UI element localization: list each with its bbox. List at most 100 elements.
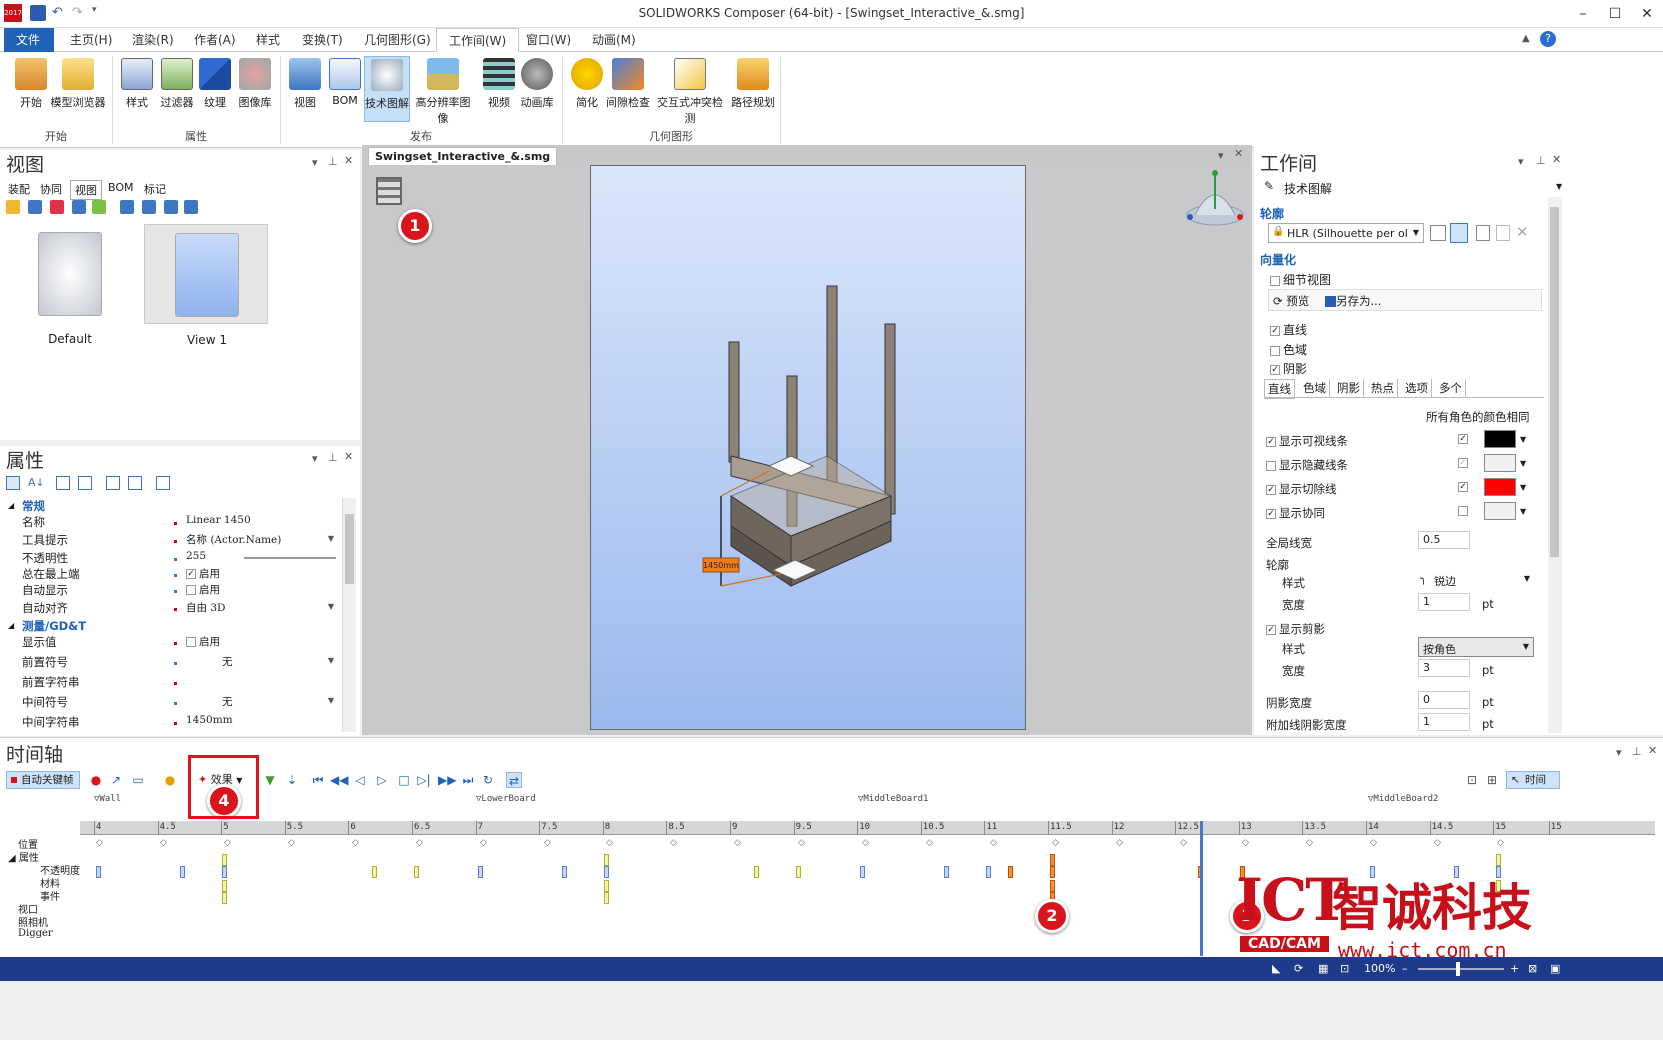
position-keyframe[interactable]: ◇ <box>96 838 103 848</box>
position-keyframe[interactable]: ◇ <box>990 838 997 848</box>
tab-file[interactable]: 文件 <box>4 28 54 52</box>
position-keyframe[interactable]: ◇ <box>1116 838 1123 848</box>
show-visible-lines-option[interactable]: ✓ 显示可视线条 <box>1266 433 1348 449</box>
tab-multiple[interactable]: 多个 <box>1436 379 1466 397</box>
show-cut-lines-option[interactable]: ✓ 显示切除线 <box>1266 481 1337 497</box>
chevron-down-icon[interactable]: ▼ <box>328 534 334 543</box>
extra-shadow-input[interactable]: 1 <box>1418 713 1470 731</box>
property-keyframe[interactable] <box>604 866 609 878</box>
categorized-icon[interactable] <box>6 476 20 490</box>
show-value-checkbox[interactable] <box>186 637 196 647</box>
ribbon-path-planning-button[interactable]: 路径规划 <box>730 56 776 122</box>
position-keyframe[interactable]: ◇ <box>1306 838 1313 848</box>
show-collaboration-checkbox[interactable]: ✓ <box>1266 508 1276 519</box>
view-visibility-icon[interactable] <box>184 200 198 214</box>
property-keyframe[interactable] <box>372 866 377 878</box>
rename-profile-icon[interactable] <box>1496 225 1510 241</box>
property-keyframe[interactable] <box>986 866 991 878</box>
3d-viewport[interactable]: 1450mm <box>362 165 1252 735</box>
mode-list-icon[interactable] <box>1430 225 1446 241</box>
ribbon-start-button[interactable]: 开始 <box>8 56 54 122</box>
panel-menu-icon[interactable]: ▾ <box>1518 155 1524 168</box>
panel-menu-icon[interactable]: ▾ <box>312 156 318 169</box>
position-keyframe[interactable]: ◇ <box>544 838 551 848</box>
position-keyframe[interactable]: ◇ <box>288 838 295 848</box>
view-position-icon[interactable] <box>142 200 156 214</box>
tab-render[interactable]: 渲染(R) <box>120 28 186 52</box>
tab-animation[interactable]: 动画(M) <box>580 28 648 52</box>
chevron-down-icon[interactable]: ▼ <box>1556 182 1562 191</box>
position-keyframe[interactable]: ◇ <box>480 838 487 848</box>
view-brush-icon[interactable] <box>92 200 106 214</box>
expand-icon[interactable] <box>56 476 70 490</box>
view-property-icon[interactable] <box>164 200 178 214</box>
tab-bom[interactable]: BOM <box>104 180 138 195</box>
property-category[interactable]: ◢ 常规 <box>8 498 338 515</box>
property-row[interactable]: 中间符号无 ▼ <box>8 694 338 711</box>
tab-views[interactable]: 视图 <box>70 180 102 200</box>
tab-assembly[interactable]: 装配 <box>4 180 34 198</box>
close-icon[interactable]: ✕ <box>1632 3 1662 25</box>
view-thumbnail-default[interactable]: Default <box>8 224 132 346</box>
property-row[interactable]: 不透明性 255 <box>8 550 338 567</box>
view-cube-icon[interactable] <box>1182 169 1248 229</box>
outline-style-dropdown[interactable]: ╮ 锐边 ▼ <box>1418 571 1534 589</box>
ribbon-bom-button[interactable]: BOM <box>322 56 368 122</box>
always-on-top-checkbox[interactable]: ✓ <box>186 569 196 579</box>
property-keyframe[interactable] <box>1008 866 1013 878</box>
film-strip-icon[interactable] <box>376 177 402 205</box>
position-keyframe[interactable]: ◇ <box>862 838 869 848</box>
mode-dropdown[interactable]: 🔒 HLR (Silhouette per ol ▼ <box>1268 223 1424 243</box>
refresh-icon[interactable] <box>106 476 120 490</box>
properties-scrollbar[interactable] <box>342 498 356 732</box>
close-icon[interactable]: ✕ <box>1552 153 1561 166</box>
sort-icon[interactable]: A↓ <box>28 476 45 489</box>
position-keyframe[interactable]: ◇ <box>1434 838 1441 848</box>
close-icon[interactable]: ✕ <box>344 154 353 167</box>
lines-option[interactable]: ✓ 直线 <box>1270 321 1307 338</box>
help-icon[interactable]: ? <box>1540 31 1556 47</box>
property-keyframe[interactable] <box>1050 866 1055 878</box>
property-keyframe[interactable] <box>562 866 567 878</box>
same-color-visible-checkbox[interactable]: ✓ <box>1458 434 1468 444</box>
panel-menu-icon[interactable]: ▾ <box>312 452 318 465</box>
eyedropper-icon[interactable] <box>128 476 142 490</box>
property-row[interactable]: 前置字符串 <box>8 674 338 691</box>
property-row[interactable]: 中间字符串 1450mm <box>8 714 338 731</box>
property-manager-icon[interactable] <box>156 476 170 490</box>
property-keyframe[interactable] <box>1050 854 1055 866</box>
tab-options[interactable]: 选项 <box>1402 379 1432 397</box>
document-menu-icon[interactable]: ▾ <box>1218 149 1224 162</box>
new-profile-icon[interactable] <box>1476 225 1490 241</box>
maximize-icon[interactable]: ☐ <box>1600 3 1630 25</box>
preview-button[interactable]: ⟳ 预览 <box>1273 293 1309 309</box>
lines-checkbox[interactable]: ✓ <box>1270 325 1280 336</box>
tab-collaboration[interactable]: 协同 <box>36 180 66 198</box>
property-keyframe[interactable] <box>860 866 865 878</box>
collapse-ribbon-icon[interactable]: ▲ <box>1522 33 1530 44</box>
property-row[interactable]: 前置符号无 ▼ <box>8 654 338 671</box>
property-row[interactable]: 自动对齐 自由 3D ▼ <box>8 600 338 617</box>
ribbon-hires-image-button[interactable]: 高分辨率图像 <box>412 56 474 125</box>
ribbon-animation-library-button[interactable]: 动画库 <box>514 56 560 122</box>
position-keyframe[interactable]: ◇ <box>926 838 933 848</box>
property-row[interactable]: 自动显示 启用 <box>8 582 338 599</box>
tab-author[interactable]: 作者(A) <box>182 28 248 52</box>
tab-hotspots[interactable]: 热点 <box>1368 379 1398 397</box>
tab-home[interactable]: 主页(H) <box>58 28 124 52</box>
tab-markup[interactable]: 标记 <box>140 180 170 198</box>
view-camera-icon[interactable] <box>120 200 134 214</box>
position-keyframe[interactable]: ◇ <box>798 838 805 848</box>
property-keyframe[interactable] <box>96 866 101 878</box>
regions-option[interactable]: 色域 <box>1270 341 1307 358</box>
ribbon-technical-illustration-button[interactable]: 技术图解 <box>364 56 410 122</box>
minimize-icon[interactable]: – <box>1568 3 1598 25</box>
opacity-slider[interactable] <box>244 557 336 559</box>
update-view-icon[interactable] <box>28 200 42 214</box>
pin-icon[interactable]: ⊥ <box>328 155 338 168</box>
position-keyframe[interactable]: ◇ <box>224 838 231 848</box>
time-cursor[interactable] <box>1200 821 1203 956</box>
property-keyframe[interactable] <box>1050 880 1055 892</box>
property-keyframe[interactable] <box>180 866 185 878</box>
property-row[interactable]: 总在最上端 ✓ 启用 <box>8 566 338 583</box>
